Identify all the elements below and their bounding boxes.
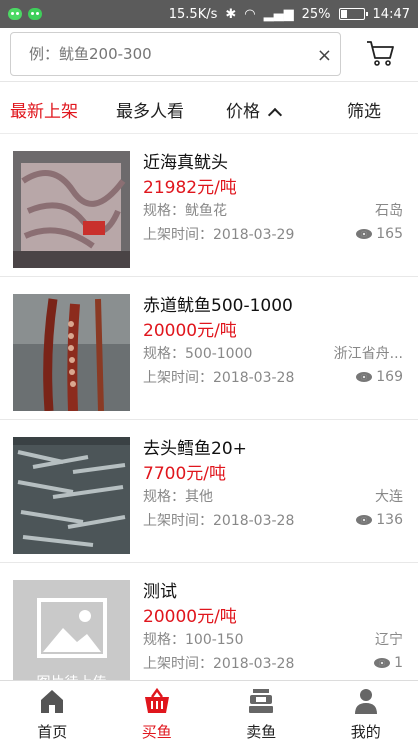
battery-percent: 25% (301, 6, 331, 22)
person-icon (354, 689, 377, 714)
nav-mine[interactable]: 我的 (314, 681, 418, 745)
status-bar: 15.5K/s ✱ ◠ ▂▄▆ 25% 14:47 (0, 0, 418, 28)
nav-mine-label: 我的 (350, 723, 381, 741)
home-icon (41, 690, 64, 713)
tab-newest[interactable]: 最新上架 (10, 97, 78, 122)
wifi-icon: ◠ (244, 6, 256, 22)
nav-buy-fish[interactable]: 买鱼 (105, 681, 210, 745)
product-image (13, 151, 130, 268)
nav-sell-fish[interactable]: 卖鱼 (209, 681, 314, 745)
clear-icon[interactable]: × (317, 45, 332, 66)
list-item[interactable]: 去头鳕鱼20+ 7700元/吨 规格：其他 大连 上架时间：2018-03-28 1… (0, 420, 418, 563)
product-listed-date: 上架时间：2018-03-28 (143, 370, 295, 386)
view-count: 1 (394, 655, 403, 671)
product-spec: 规格：100-150 (143, 632, 244, 648)
product-image (13, 294, 130, 411)
chevron-up-icon (267, 107, 283, 123)
sort-tabs: 最新上架 最多人看 价格 筛选 (0, 82, 418, 134)
list-item[interactable]: 赤道鱿鱼500-1000 20000元/吨 规格：500-1000 浙江省舟...… (0, 277, 418, 420)
product-location: 浙江省舟... (333, 346, 403, 362)
product-listed-date: 上架时间：2018-03-28 (143, 513, 295, 529)
scale-icon (249, 689, 274, 713)
product-price: 21982元/吨 (143, 178, 237, 198)
eye-icon (356, 372, 373, 382)
product-name: 赤道鱿鱼500-1000 (143, 296, 293, 316)
image-placeholder-text: 图片待上传 (13, 672, 130, 680)
product-name: 测试 (143, 582, 177, 602)
product-list: 近海真鱿头 21982元/吨 规格：鱿鱼花 石岛 上架时间：2018-03-29 1… (0, 134, 418, 680)
search-box[interactable]: × (10, 32, 341, 76)
basket-icon (144, 687, 169, 713)
product-name: 近海真鱿头 (143, 153, 228, 173)
search-header: × (0, 28, 418, 82)
battery-icon (338, 8, 368, 20)
search-input[interactable] (29, 45, 299, 63)
nav-home[interactable]: 首页 (0, 681, 105, 745)
eye-icon (356, 229, 373, 239)
product-location: 石岛 (375, 203, 403, 219)
clock: 14:47 (372, 6, 410, 22)
bluetooth-icon: ✱ (225, 6, 237, 22)
nav-sell-fish-label: 卖鱼 (246, 723, 277, 741)
view-count: 169 (376, 369, 403, 385)
product-location: 辽宁 (375, 632, 403, 648)
status-indicators: 15.5K/s ✱ ◠ ▂▄▆ 25% 14:47 (169, 7, 410, 22)
eye-icon (356, 515, 373, 525)
image-placeholder-icon (37, 598, 107, 658)
signal-icon: ▂▄▆ (263, 6, 294, 22)
product-spec: 规格：鱿鱼花 (143, 203, 227, 219)
nav-buy-fish-label: 买鱼 (141, 723, 172, 741)
eye-icon (374, 658, 391, 668)
list-item[interactable]: 近海真鱿头 21982元/吨 规格：鱿鱼花 石岛 上架时间：2018-03-29 1… (0, 134, 418, 277)
tab-price-label: 价格 (226, 102, 260, 122)
product-listed-date: 上架时间：2018-03-29 (143, 227, 295, 243)
wechat-icon (8, 8, 22, 20)
view-count: 136 (376, 512, 403, 528)
product-spec: 规格：500-1000 (143, 346, 253, 362)
tab-price[interactable]: 价格 (226, 97, 283, 123)
view-count: 165 (376, 226, 403, 242)
bottom-nav: 首页 买鱼 卖鱼 我的 (0, 680, 418, 745)
list-item[interactable]: 图片待上传 测试 20000元/吨 规格：100-150 辽宁 上架时间：2018… (0, 563, 418, 680)
product-location: 大连 (375, 489, 403, 505)
product-image (13, 437, 130, 554)
tab-most-viewed[interactable]: 最多人看 (116, 97, 184, 122)
product-listed-date: 上架时间：2018-03-28 (143, 656, 295, 672)
product-price: 7700元/吨 (143, 464, 226, 484)
network-speed: 15.5K/s (168, 6, 218, 22)
product-image-placeholder: 图片待上传 (13, 580, 130, 680)
product-spec: 规格：其他 (143, 489, 213, 505)
status-notifications (8, 8, 42, 20)
message-icon (28, 8, 42, 20)
product-name: 去头鳕鱼20+ (143, 439, 247, 459)
nav-home-label: 首页 (37, 723, 68, 741)
product-price: 20000元/吨 (143, 321, 237, 341)
tab-filter[interactable]: 筛选 (347, 97, 381, 122)
product-price: 20000元/吨 (143, 607, 237, 627)
cart-icon[interactable] (366, 40, 394, 66)
